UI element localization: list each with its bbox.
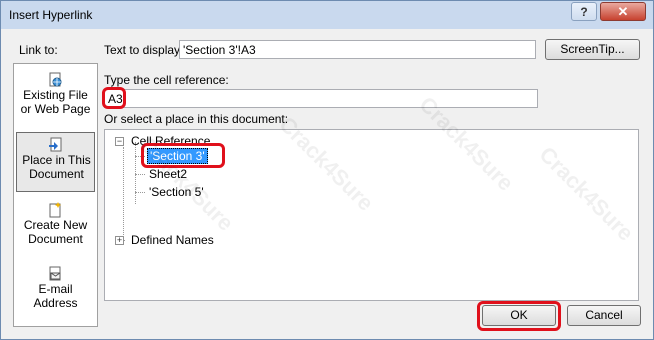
tree-node-sheet2[interactable]: Sheet2 <box>149 166 187 182</box>
title-bar: Insert Hyperlink ? ✕ <box>1 1 653 29</box>
cell-reference-label: Type the cell reference: <box>104 73 229 87</box>
cell-reference-collapse-icon[interactable]: − <box>115 137 124 146</box>
ok-button-highlight <box>477 301 561 331</box>
dialog-title: Insert Hyperlink <box>9 8 93 22</box>
link-to-place-in-document[interactable]: Place in This Document <box>16 132 95 192</box>
tree-node-defined-names[interactable]: Defined Names <box>131 232 214 248</box>
create-new-line2: Document <box>28 232 83 246</box>
existing-file-line2: or Web Page <box>20 102 91 116</box>
dialog-body: Link to: Existing File or Web Page Place… <box>5 31 649 335</box>
link-to-existing-file[interactable]: Existing File or Web Page <box>16 68 95 128</box>
select-place-label: Or select a place in this document: <box>104 112 289 126</box>
email-line1: E-mail <box>38 282 73 296</box>
text-to-display-input[interactable]: 'Section 3'!A3 <box>179 40 536 59</box>
existing-file-line1: Existing File <box>23 88 88 102</box>
document-place-icon <box>49 137 62 152</box>
defined-names-expand-icon[interactable]: + <box>115 236 124 245</box>
insert-hyperlink-dialog: Insert Hyperlink ? ✕ Link to: Existing F… <box>0 0 654 340</box>
place-tree[interactable]: − Cell Reference 'Section 3' Sheet2 'Sec… <box>104 129 639 301</box>
link-to-email-address[interactable]: E-mail Address <box>16 262 95 322</box>
email-line2: Address <box>33 296 78 310</box>
link-to-create-new-document[interactable]: Create New Document <box>16 198 95 258</box>
place-in-document-line2: Document <box>29 167 84 181</box>
section-3-highlight <box>141 143 225 168</box>
close-button[interactable]: ✕ <box>600 2 646 21</box>
screentip-button[interactable]: ScreenTip... <box>545 39 640 60</box>
cell-reference-highlight <box>102 87 126 109</box>
tree-node-section-5[interactable]: 'Section 5' <box>149 184 204 200</box>
place-in-document-line1: Place in This <box>22 153 91 167</box>
cell-reference-input[interactable]: A3 <box>104 89 538 108</box>
cancel-button[interactable]: Cancel <box>567 305 641 326</box>
link-to-label: Link to: <box>19 43 58 57</box>
text-to-display-label: Text to display: <box>104 43 184 57</box>
email-icon <box>49 266 61 281</box>
create-new-line1: Create New <box>23 218 88 232</box>
help-button[interactable]: ? <box>571 2 597 21</box>
new-document-icon <box>49 202 61 218</box>
globe-file-icon <box>49 72 62 87</box>
link-to-panel: Existing File or Web Page Place in This … <box>13 63 98 327</box>
